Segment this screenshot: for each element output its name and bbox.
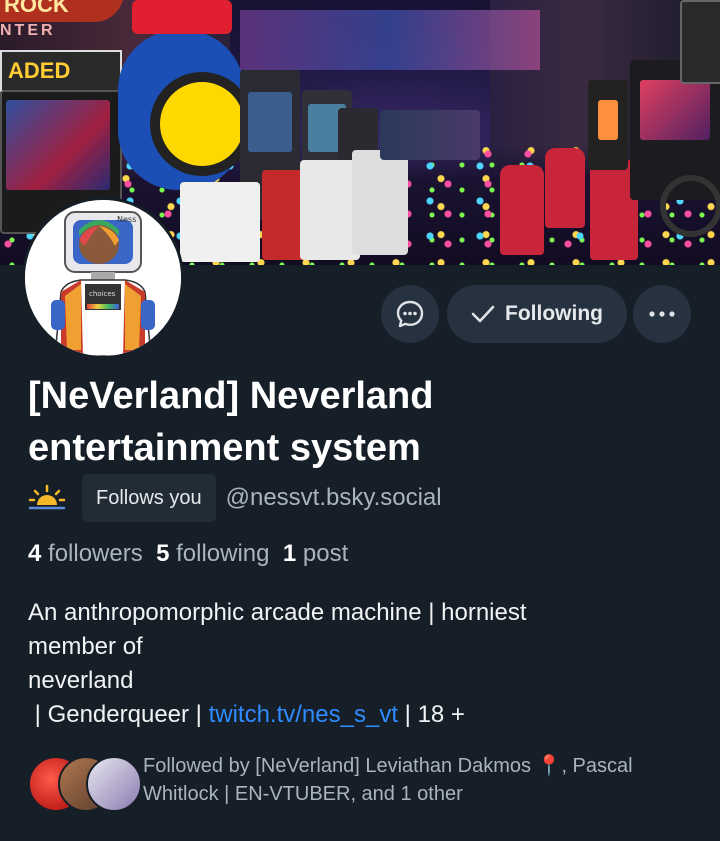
banner-seat2 [545, 148, 585, 228]
message-button[interactable] [381, 285, 439, 343]
followed-by-section[interactable]: Followed by [NeVerland] Leviathan Dakmos… [28, 752, 708, 812]
banner-sign-rock: ROCK [0, 0, 124, 22]
followers-link[interactable]: 4 followers [28, 540, 143, 567]
banner-sign-enter: NTER [0, 22, 56, 39]
chat-bubble-icon [396, 300, 424, 328]
banner-screen-right1 [598, 100, 618, 140]
following-button[interactable]: Following [447, 285, 627, 343]
bio-line-4-suffix: | 18 + [398, 701, 465, 728]
posts-label: post [302, 540, 349, 567]
banner-sign-loaded: ADED [0, 50, 122, 92]
banner-white-cabinet2 [352, 150, 408, 255]
checkmark-icon [471, 305, 495, 323]
follows-you-badge: Follows you [82, 474, 216, 522]
posts-count-item: 1 post [283, 540, 348, 567]
handle-row: Follows you @nessvt.bsky.social [28, 474, 442, 522]
bio-line-4: | Genderqueer | twitch.tv/nes_s_vt | 18 … [28, 698, 678, 732]
profile-avatar[interactable]: Ness choices [22, 197, 184, 359]
avatar-illustration: Ness choices [25, 200, 181, 356]
bio-line-4-prefix: | Genderqueer | [28, 701, 209, 728]
banner-wheel [150, 72, 254, 176]
followers-count: 4 [28, 540, 42, 567]
banner-white-cabinet1 [300, 160, 360, 260]
following-count: 5 [156, 540, 170, 567]
bio-line-3: neverland [28, 667, 134, 694]
banner-red-sign [132, 0, 232, 34]
following-link[interactable]: 5 following [156, 540, 269, 567]
profile-handle[interactable]: @nessvt.bsky.social [226, 484, 442, 512]
bio-twitch-link[interactable]: twitch.tv/nes_s_vt [209, 701, 398, 728]
display-name: [NeVerland] Neverland entertainment syst… [28, 375, 434, 469]
banner-wheel-right [660, 175, 720, 237]
banner-distant-row [380, 110, 480, 160]
profile-stats: 4 followers 5 following 1 post [28, 540, 348, 568]
follower-avatar [86, 756, 142, 812]
more-options-button[interactable] [633, 285, 691, 343]
banner-screen-left [6, 100, 110, 190]
banner-screen-mid1 [248, 92, 292, 152]
followers-label: followers [48, 540, 143, 567]
svg-text:choices: choices [89, 290, 116, 298]
banner-screen-right2 [640, 80, 710, 140]
banner-ceiling-lights [240, 10, 540, 70]
sunrise-icon [28, 484, 66, 510]
banner-seat1 [500, 165, 544, 255]
following-button-label: Following [505, 302, 603, 325]
profile-bio: An anthropomorphic arcade machine | horn… [28, 596, 678, 732]
bio-line-1: An anthropomorphic arcade machine | horn… [28, 599, 527, 626]
following-label: following [176, 540, 270, 567]
bio-line-2: member of [28, 633, 143, 660]
svg-text:Ness: Ness [117, 215, 136, 224]
banner-cabinet-right3 [680, 0, 720, 84]
posts-count: 1 [282, 540, 297, 567]
ellipsis-icon [649, 311, 675, 317]
followed-by-text: Followed by [NeVerland] Leviathan Dakmos… [143, 755, 633, 805]
banner-white-cabinet3 [180, 182, 260, 262]
